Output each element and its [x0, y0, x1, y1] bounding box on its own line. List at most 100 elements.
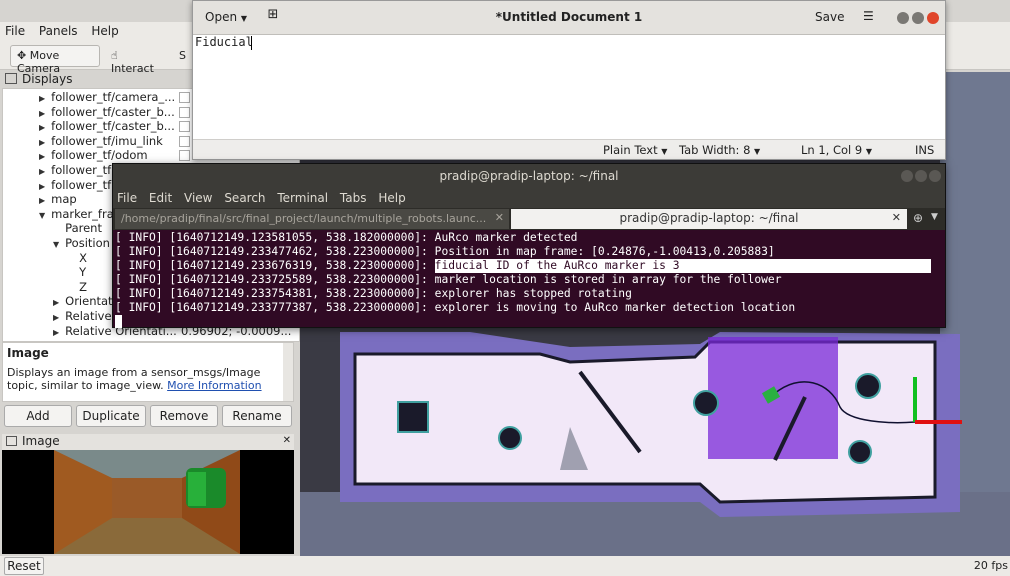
term-menu-view[interactable]: View	[180, 188, 216, 208]
image-icon	[6, 436, 17, 446]
menu-icon[interactable]: ☰	[863, 9, 874, 23]
collapsed-arrow-icon[interactable]: ▶	[39, 109, 45, 118]
tree-item[interactable]: ▶Y	[67, 265, 86, 280]
expanded-arrow-icon[interactable]: ▼	[39, 211, 45, 220]
tree-item-label: follower_tf/imu_link	[51, 133, 163, 148]
display-checkbox[interactable]	[179, 135, 190, 147]
tab-width-selector[interactable]: Tab Width: 8 ▼	[679, 143, 760, 157]
display-checkbox[interactable]	[179, 121, 190, 133]
add-button[interactable]: Add	[4, 405, 72, 427]
duplicate-button[interactable]: Duplicate	[76, 405, 146, 427]
log-line: [ INFO] [1640712149.233676319, 538.22300…	[115, 259, 931, 273]
collapsed-arrow-icon[interactable]: ▶	[39, 138, 45, 147]
term-menu-edit[interactable]: Edit	[145, 188, 176, 208]
new-document-icon[interactable]: ⊞	[261, 7, 285, 29]
tree-item-label: follower_tf/odom	[51, 148, 148, 163]
more-information-link[interactable]: More Information	[167, 379, 261, 392]
menu-file[interactable]: File	[0, 22, 30, 40]
term-menu-search[interactable]: Search	[220, 188, 269, 208]
rename-button[interactable]: Rename	[222, 405, 292, 427]
tab-final[interactable]: pradip@pradip-laptop: ~/final ✕	[511, 209, 907, 229]
term-menu-help[interactable]: Help	[374, 188, 409, 208]
terminal-title: pradip@pradip-laptop: ~/final	[439, 169, 619, 183]
minimize-icon[interactable]	[897, 12, 909, 24]
help-scrollbar[interactable]	[283, 343, 293, 401]
collapsed-arrow-icon[interactable]: ▶	[53, 328, 59, 337]
save-button[interactable]: Save	[815, 10, 844, 24]
close-icon[interactable]: ✕	[495, 211, 504, 224]
tree-item[interactable]: ▶ follower_tf/camera_...	[39, 90, 175, 105]
status-bar: Reset 20 fps	[0, 556, 1010, 576]
expanded-arrow-icon[interactable]: ▼	[53, 240, 59, 249]
reset-button[interactable]: Reset	[4, 557, 44, 575]
tree-item[interactable]: ▶ follower_tf/caster_b...	[39, 119, 175, 134]
tree-item[interactable]: ▶Z	[67, 280, 87, 295]
tree-item[interactable]: ▶ Orientati	[53, 294, 116, 309]
selected-log-text: fiducial ID of the AuRco marker is 3	[434, 259, 931, 273]
tree-item-label: follower_tf/camera_...	[51, 90, 176, 104]
interact-button[interactable]: ☝ Interact	[104, 45, 168, 75]
tree-item[interactable]: ▶ follower_tf/odom	[39, 148, 148, 163]
tree-item[interactable]: ▶ follower_tf/caster_b...	[39, 105, 175, 120]
collapsed-arrow-icon[interactable]: ▶	[53, 313, 59, 322]
language-selector[interactable]: Plain Text ▼	[603, 143, 667, 157]
log-prefix: [ INFO] [1640712149.233676319, 538.22300…	[115, 259, 435, 272]
collapsed-arrow-icon[interactable]: ▶	[39, 196, 45, 205]
tree-item[interactable]: ▶X	[67, 251, 87, 266]
close-window-icon[interactable]	[927, 12, 939, 24]
display-checkbox[interactable]	[179, 150, 190, 162]
select-label: S	[179, 49, 186, 62]
collapsed-arrow-icon[interactable]: ▶	[39, 167, 45, 176]
menu-panels[interactable]: Panels	[34, 22, 83, 40]
minimize-icon[interactable]	[901, 170, 913, 182]
tree-item-label: marker_fra	[51, 206, 114, 221]
move-camera-button[interactable]: ✥ Move Camera	[10, 45, 100, 75]
close-icon[interactable]: ✕	[283, 435, 291, 446]
tree-item[interactable]: ▶Parent	[53, 221, 102, 236]
tree-item-label: follower_tf	[51, 177, 112, 192]
tree-item-label: follower_tf/caster_b...	[51, 119, 175, 134]
tree-item[interactable]: ▶ map	[39, 192, 77, 207]
open-button[interactable]: Open ▼	[199, 7, 255, 29]
term-menu-terminal[interactable]: Terminal	[273, 188, 332, 208]
remove-button[interactable]: Remove	[150, 405, 218, 427]
maximize-icon[interactable]	[912, 12, 924, 24]
log-line: [ INFO] [1640712149.233777387, 538.22300…	[115, 301, 796, 314]
document-text[interactable]: Fiducial	[195, 35, 253, 49]
tree-item-label: follower_tf/caster_b...	[51, 104, 175, 119]
gedit-status-bar: Plain Text ▼ Tab Width: 8 ▼ Ln 1, Col 9 …	[193, 139, 945, 159]
tree-item-label: Z	[79, 279, 88, 294]
term-menu-tabs[interactable]: Tabs	[336, 188, 371, 208]
display-checkbox[interactable]	[179, 92, 190, 103]
close-window-icon[interactable]	[929, 170, 941, 182]
close-icon[interactable]: ✕	[892, 211, 901, 224]
display-checkbox[interactable]	[179, 106, 190, 118]
chevron-down-icon: ▼	[661, 147, 668, 156]
camera-image	[2, 450, 294, 554]
chevron-down-icon: ▼	[754, 147, 761, 156]
term-menu-file[interactable]: File	[113, 188, 141, 208]
select-button[interactable]: S	[172, 45, 194, 67]
collapsed-arrow-icon[interactable]: ▶	[39, 123, 45, 132]
image-panel-title: Image ✕	[2, 434, 294, 450]
insert-mode: INS	[915, 143, 935, 157]
new-tab-icon[interactable]: ⊕	[913, 211, 923, 225]
menu-help[interactable]: Help	[86, 22, 123, 40]
collapsed-arrow-icon[interactable]: ▶	[39, 182, 45, 191]
tree-item[interactable]: ▶ follower_tf	[39, 178, 111, 193]
collapsed-arrow-icon[interactable]: ▶	[39, 152, 45, 161]
tree-item[interactable]: ▶ follower_tf	[39, 163, 111, 178]
collapsed-arrow-icon[interactable]: ▶	[53, 298, 59, 307]
tree-item[interactable]: ▶ Relative	[53, 309, 112, 324]
tree-item[interactable]: ▼ marker_fra	[39, 207, 114, 222]
collapsed-arrow-icon[interactable]: ▶	[39, 94, 45, 103]
terminal-title-bar: pradip@pradip-laptop: ~/final	[113, 164, 945, 188]
tab-launch[interactable]: /home/pradip/final/src/final_project/lau…	[115, 209, 509, 229]
move-camera-icon: ✥	[17, 49, 27, 62]
maximize-icon[interactable]	[915, 170, 927, 182]
tree-item[interactable]: ▼ Position	[53, 236, 110, 251]
open-label: Open	[205, 10, 238, 24]
chevron-down-icon[interactable]: ▼	[931, 212, 938, 222]
tree-item[interactable]: ▶ follower_tf/imu_link	[39, 134, 163, 149]
cursor-position[interactable]: Ln 1, Col 9 ▼	[801, 143, 872, 157]
